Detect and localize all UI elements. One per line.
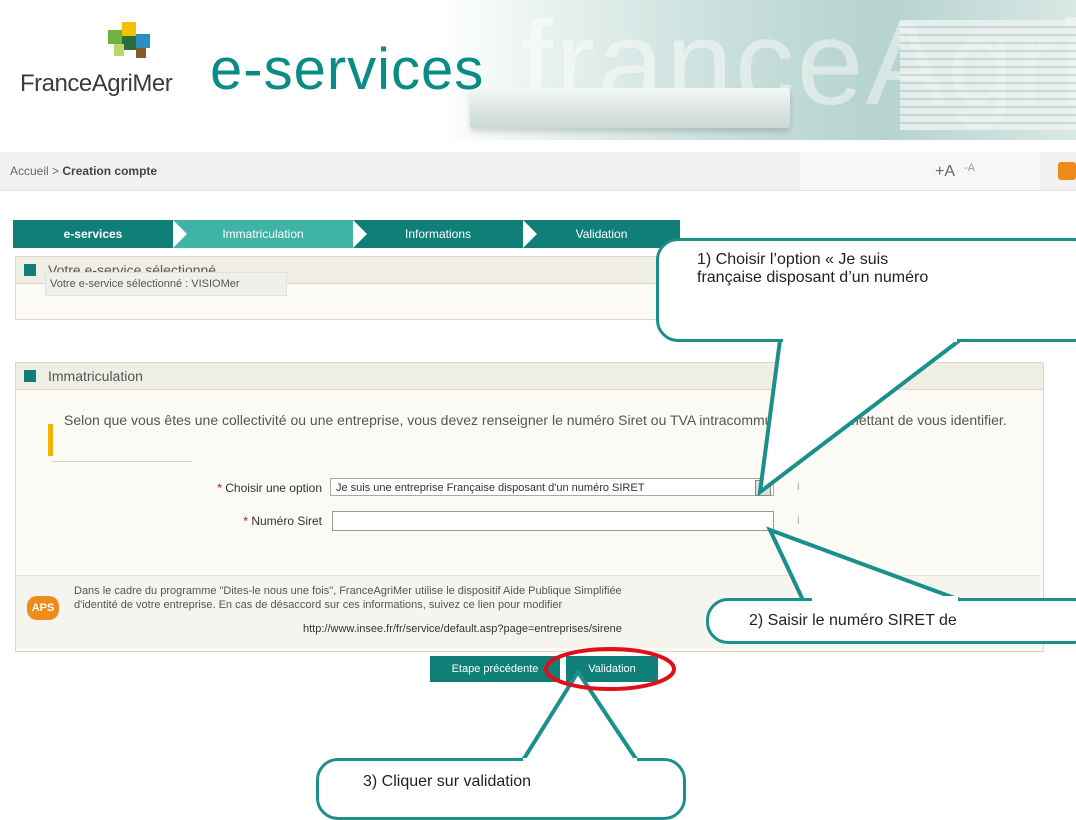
site-header: franceAgriMer FranceAgriMer e-services xyxy=(0,0,1076,140)
callout-joint xyxy=(812,596,958,602)
option-label-text: Choisir une option xyxy=(225,481,322,495)
callout-step-2: 2) Saisir le numéro SIRET de xyxy=(706,598,1076,644)
panel-header: Immatriculation xyxy=(16,363,1043,390)
required-mark: * xyxy=(243,514,248,528)
immatriculation-intro: Selon que vous êtes une collectivité ou … xyxy=(64,412,1007,428)
step-validation: Validation xyxy=(575,227,628,241)
info-icon[interactable]: i xyxy=(797,479,800,493)
breadcrumb: Accueil > Creation compte xyxy=(10,164,157,178)
insee-link[interactable]: http://www.insee.fr/fr/service/default.a… xyxy=(303,623,622,635)
progress-steps: e-services Immatriculation Informations … xyxy=(13,220,680,248)
aps-badge: APS xyxy=(27,596,59,620)
panel-bullet-icon xyxy=(24,264,36,276)
breadcrumb-separator: > xyxy=(52,164,60,178)
validation-button[interactable]: Validation xyxy=(566,656,658,682)
franceagrimer-logo-icon xyxy=(108,22,150,58)
paper-stack-image xyxy=(900,20,1076,130)
step-immatriculation: Immatriculation xyxy=(173,220,353,248)
breadcrumb-current: Creation compte xyxy=(62,164,158,178)
step-separator-icon xyxy=(173,220,187,248)
org-name[interactable]: FranceAgriMer xyxy=(20,70,173,98)
callout-joint xyxy=(523,758,637,764)
intro-accent-bar xyxy=(48,424,53,456)
brand-title: e-services xyxy=(210,37,485,102)
intro-divider xyxy=(52,461,192,462)
chevron-down-icon[interactable]: ▼ xyxy=(755,480,771,496)
option-select-value: Je suis une entreprise Française disposa… xyxy=(336,482,645,494)
panel-title: Immatriculation xyxy=(48,368,143,384)
previous-step-button[interactable]: Etape précédente xyxy=(430,656,560,682)
breadcrumb-home-link[interactable]: Accueil xyxy=(10,164,49,178)
font-size-controls xyxy=(800,152,1040,190)
laptop-image xyxy=(470,88,790,128)
info-icon[interactable]: i xyxy=(797,513,800,527)
rss-icon[interactable] xyxy=(1058,162,1076,180)
selected-service-value: Votre e-service sélectionné : VISIOMer xyxy=(45,272,287,296)
step-separator-icon xyxy=(353,220,367,248)
siret-label-text: Numéro Siret xyxy=(251,514,322,528)
callout-1-line-2: française disposant d’un numéro xyxy=(697,269,929,286)
step-informations: Informations xyxy=(404,227,472,241)
required-mark: * xyxy=(217,481,222,495)
callout-step-1: 1) Choisir l’option « Je suis française … xyxy=(656,238,1076,342)
siret-label: * Numéro Siret xyxy=(150,514,322,528)
option-label: * Choisir une option xyxy=(150,481,322,495)
step-e-services: e-services xyxy=(63,227,123,241)
callout-joint xyxy=(783,336,957,342)
siret-input[interactable] xyxy=(332,511,774,531)
increase-font-button[interactable]: +A xyxy=(935,163,955,181)
callout-1-line-1: 1) Choisir l’option « Je suis xyxy=(697,251,889,268)
callout-step-3: 3) Cliquer sur validation xyxy=(316,758,686,820)
decrease-font-button[interactable]: -A xyxy=(964,162,975,174)
panel-bullet-icon xyxy=(24,370,36,382)
option-select[interactable]: Je suis une entreprise Française disposa… xyxy=(330,478,774,496)
step-separator-icon xyxy=(523,220,537,248)
